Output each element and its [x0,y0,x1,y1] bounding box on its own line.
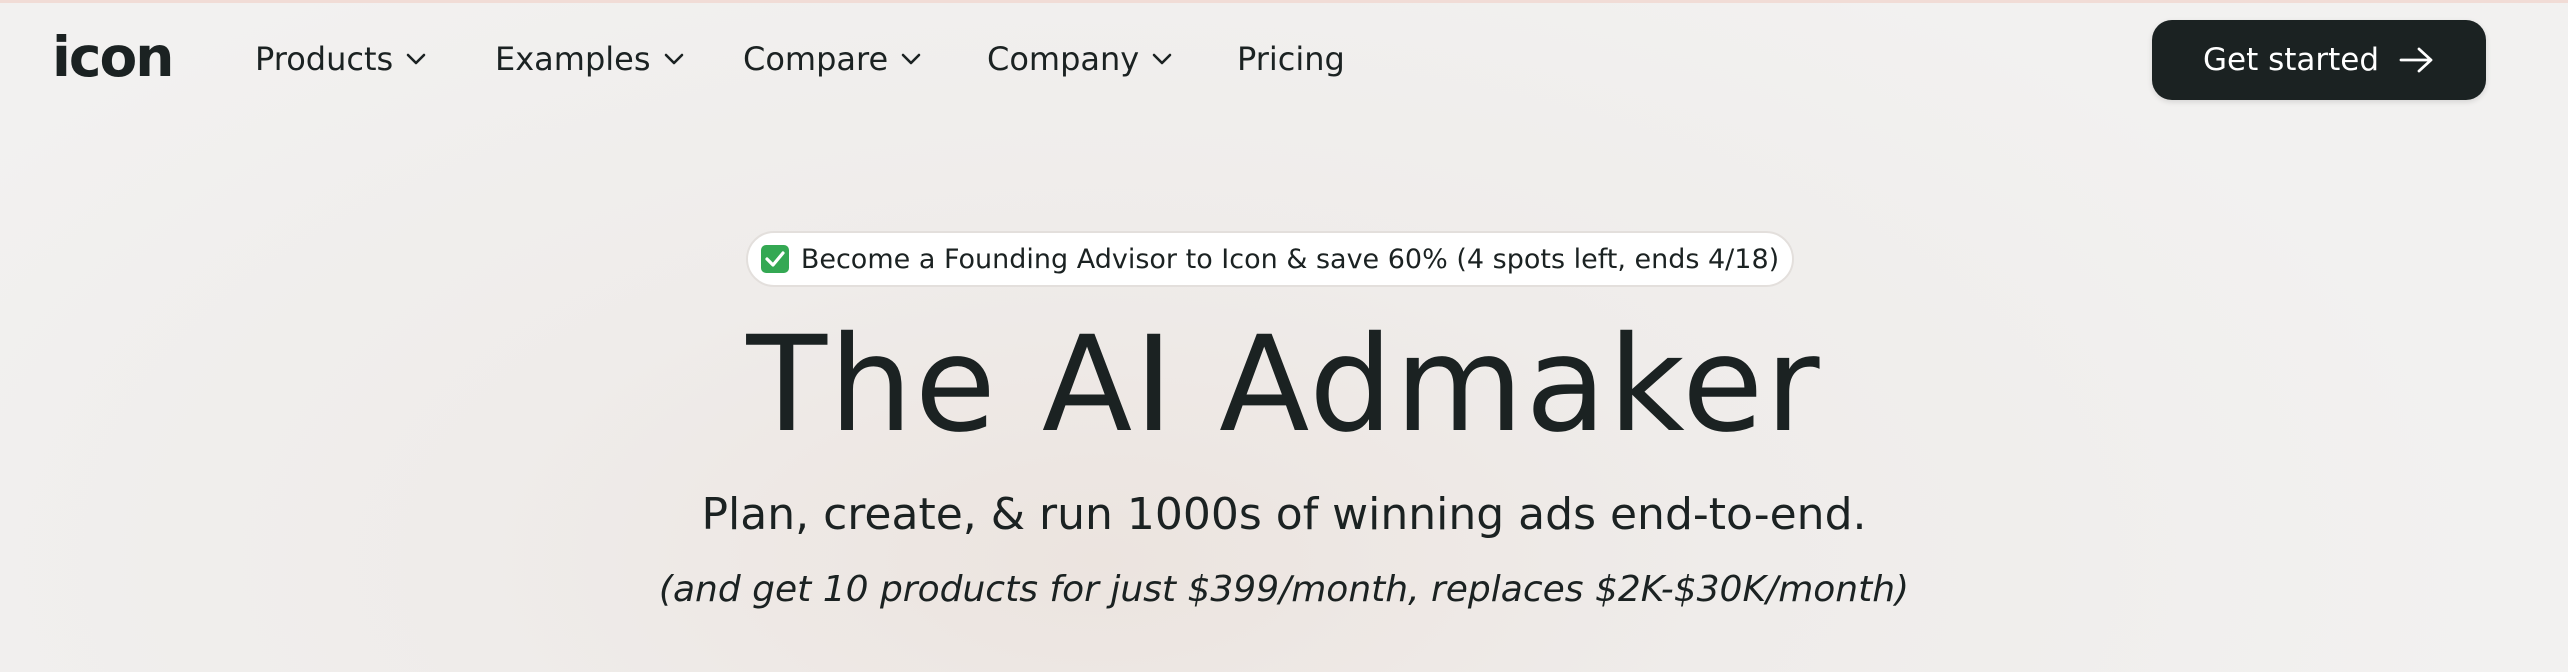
hero-tagline: (and get 10 products for just $399/month… [658,569,1910,610]
chevron-down-icon [1152,53,1172,65]
chevron-down-icon [664,53,683,65]
hero-subheadline: Plan, create, & run 1000s of winning ads… [701,489,1867,540]
icon-logo[interactable]: icon [52,22,174,92]
nav-item-company[interactable]: Company [987,34,1173,84]
nav-item-label: Examples [495,40,651,78]
announcement-banner[interactable]: Become a Founding Advisor to Icon & save… [746,231,1794,287]
chevron-down-icon [406,53,426,65]
get-started-button[interactable]: Get started [2152,20,2486,100]
top-accent-line [0,0,2568,3]
arrow-right-icon [2399,47,2433,73]
nav-item-label: Pricing [1237,40,1345,78]
chevron-down-icon [901,53,921,65]
nav-item-label: Compare [743,40,889,78]
hero-headline: The AI Admaker [746,308,1822,462]
nav-item-pricing[interactable]: Pricing [1237,34,1345,84]
get-started-label: Get started [2202,42,2380,78]
nav-item-examples[interactable]: Examples [495,34,685,84]
nav-item-products[interactable]: Products [255,34,427,84]
nav-item-label: Company [987,40,1140,78]
nav-item-compare[interactable]: Compare [743,34,922,84]
nav-item-label: Products [255,40,394,78]
check-box-icon [760,245,789,273]
announcement-text: Become a Founding Advisor to Icon & save… [800,243,1780,275]
